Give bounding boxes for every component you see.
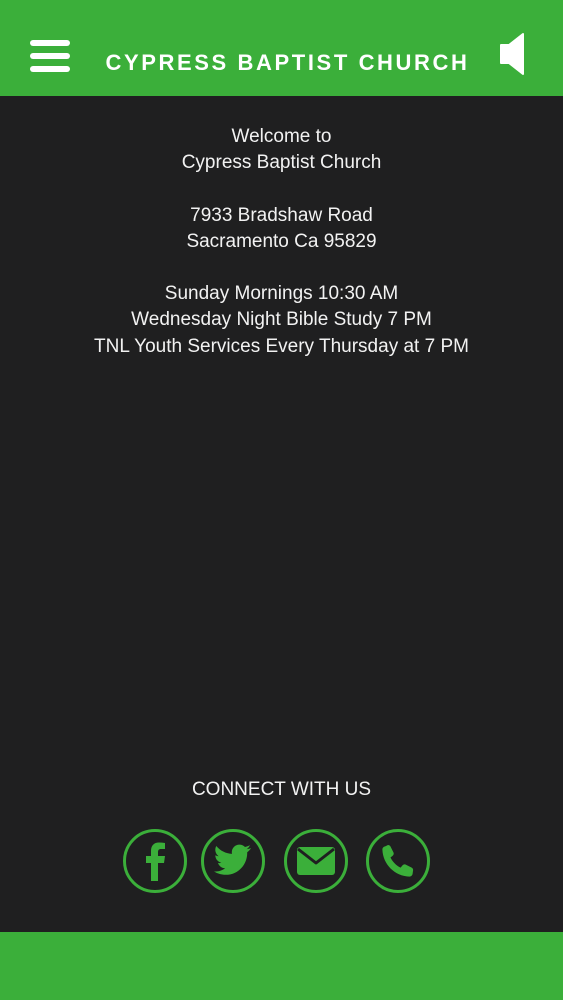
main-content: Welcome to Cypress Baptist Church 7933 B… xyxy=(0,124,563,360)
facebook-icon xyxy=(146,842,165,881)
facebook-button[interactable] xyxy=(123,829,187,893)
hamburger-menu-icon xyxy=(30,40,70,46)
welcome-line-1: Welcome to xyxy=(231,126,332,147)
twitter-icon xyxy=(213,844,251,875)
footer-bar xyxy=(0,932,563,1000)
menu-button[interactable] xyxy=(30,38,70,74)
phone-icon xyxy=(382,845,414,877)
email-icon xyxy=(297,847,335,875)
service-item: Wednesday Night Bible Study 7 PM xyxy=(131,309,432,331)
welcome-line-2: Cypress Baptist Church xyxy=(181,152,382,174)
phone-button[interactable] xyxy=(366,829,430,893)
service-item: Sunday Mornings 10:30 AM xyxy=(164,283,399,305)
services-block: Sunday Mornings 10:30 AM Wednesday Night… xyxy=(0,281,563,360)
app-header: CYPRESS BAPTIST CHURCH xyxy=(0,0,563,96)
welcome-block: Welcome to Cypress Baptist Church xyxy=(0,124,563,176)
service-item: TNL Youth Services Every Thursday at 7 P… xyxy=(94,335,469,357)
page-title: CYPRESS BAPTIST CHURCH xyxy=(105,50,470,75)
audio-button[interactable] xyxy=(498,32,528,76)
email-button[interactable] xyxy=(284,829,348,893)
address-street: 7933 Bradshaw Road xyxy=(190,204,373,226)
speaker-icon xyxy=(500,33,524,75)
address-block: 7933 Bradshaw Road Sacramento Ca 95829 xyxy=(0,203,563,255)
twitter-button[interactable] xyxy=(201,829,265,893)
address-city: Sacramento Ca 95829 xyxy=(186,230,377,252)
connect-title: CONNECT WITH US xyxy=(191,779,372,800)
